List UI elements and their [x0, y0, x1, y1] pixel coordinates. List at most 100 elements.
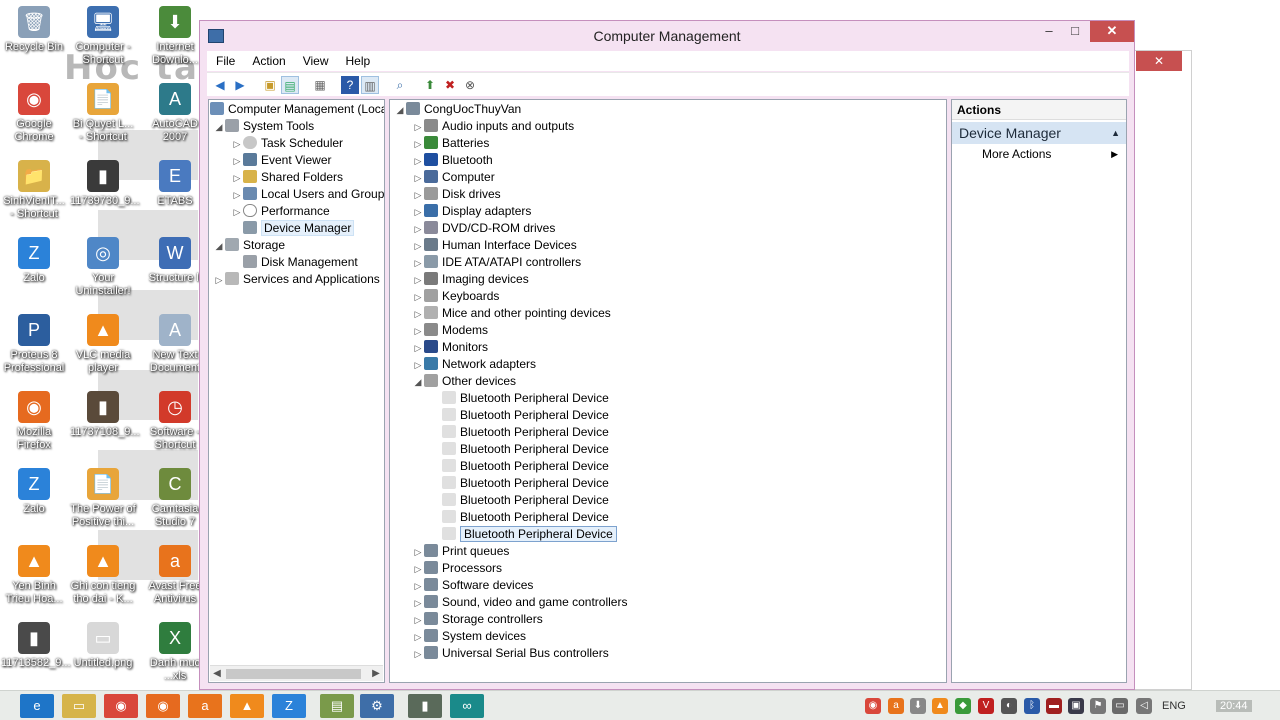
desktop-icon[interactable]: 📁 SinhVienIT... - Shortcut — [1, 160, 67, 221]
tray-nvidia-icon[interactable]: ◆ — [955, 698, 971, 714]
maximize-button[interactable]: □ — [1062, 21, 1088, 42]
desktop-icon[interactable]: 📄 The Power of Positive thi... — [70, 468, 136, 529]
desktop-icon[interactable]: ◉ Mozilla Firefox — [1, 391, 67, 452]
expand-arrow-icon[interactable]: ▷ — [412, 221, 424, 238]
device-category[interactable]: ▷ DVD/CD-ROM drives — [412, 220, 555, 237]
tree-event-viewer[interactable]: ▷ Event Viewer — [231, 152, 331, 169]
expand-arrow-icon[interactable]: ▷ — [412, 629, 424, 646]
more-actions[interactable]: More Actions ▶ — [952, 144, 1126, 164]
tree-services-apps[interactable]: ▷ Services and Applications — [213, 271, 380, 288]
tree-storage[interactable]: ◢ Storage — [213, 237, 285, 254]
desktop-icon[interactable]: 📄 Bi Quyet L... - Shortcut — [70, 83, 136, 144]
tray-battery-icon[interactable]: ▭ — [1112, 698, 1128, 714]
expand-arrow-icon[interactable]: ▷ — [412, 170, 424, 187]
title-bar[interactable]: Computer Management – □ ✕ — [200, 21, 1134, 51]
expand-arrow-icon[interactable]: ▷ — [412, 561, 424, 578]
tray-app-icon[interactable]: ▬ — [1046, 698, 1062, 714]
uninstall-device-icon[interactable]: ✖ — [441, 76, 459, 94]
expand-arrow-icon[interactable]: ▷ — [412, 612, 424, 629]
device-category[interactable]: ▷ Storage controllers — [412, 611, 543, 628]
unknown-device[interactable]: Bluetooth Peripheral Device — [442, 492, 609, 509]
desktop-icon[interactable]: ▮ 11713582_9... — [1, 622, 71, 670]
expand-arrow-icon[interactable]: ▷ — [412, 340, 424, 357]
collapse-arrow-icon[interactable]: ◢ — [412, 374, 424, 391]
close-icon[interactable]: ✕ — [1136, 51, 1182, 71]
tree-performance[interactable]: ▷ Performance — [231, 203, 330, 220]
arduino-icon[interactable]: ∞ — [450, 694, 484, 718]
expand-arrow-icon[interactable]: ▷ — [412, 272, 424, 289]
expand-arrow-icon[interactable]: ▷ — [412, 578, 424, 595]
tree-task-scheduler[interactable]: ▷ Task Scheduler — [231, 135, 343, 152]
device-category[interactable]: ▷ Sound, video and game controllers — [412, 594, 627, 611]
tray-network-icon[interactable]: ▣ — [1068, 698, 1084, 714]
avast-icon[interactable]: a — [188, 694, 222, 718]
desktop-icon[interactable]: ▲ Ghi con tieng tho dai - K... — [70, 545, 136, 606]
expand-arrow-icon[interactable]: ▷ — [412, 289, 424, 306]
tray-flag-icon[interactable]: ⚑ — [1090, 698, 1106, 714]
device-category[interactable]: ▷ IDE ATA/ATAPI controllers — [412, 254, 581, 271]
unknown-device[interactable]: Bluetooth Peripheral Device — [442, 458, 609, 475]
device-category[interactable]: ▷ Monitors — [412, 339, 488, 356]
vlc-icon[interactable]: ▲ — [230, 694, 264, 718]
tree-shared-folders[interactable]: ▷ Shared Folders — [231, 169, 343, 186]
unknown-device[interactable]: Bluetooth Peripheral Device — [442, 390, 609, 407]
tree-local-users[interactable]: ▷ Local Users and Groups — [231, 186, 384, 203]
expand-arrow-icon[interactable]: ▷ — [412, 306, 424, 323]
file-explorer-icon[interactable]: ▭ — [62, 694, 96, 718]
device-category[interactable]: ▷ Processors — [412, 560, 502, 577]
device-category[interactable]: ▷ Universal Serial Bus controllers — [412, 645, 609, 662]
collapse-up-icon[interactable]: ▲ — [1111, 122, 1120, 144]
device-category[interactable]: ▷ Human Interface Devices — [412, 237, 577, 254]
device-category[interactable]: ▷ Modems — [412, 322, 488, 339]
device-category[interactable]: ◢ Other devices — [412, 373, 516, 390]
wordpad-icon[interactable]: ▮ — [408, 694, 442, 718]
desktop-icon[interactable]: ◎ Your Uninstaller! — [70, 237, 136, 298]
desktop-icon[interactable]: Z Zalo — [1, 237, 67, 285]
expand-arrow-icon[interactable]: ▷ — [213, 272, 225, 289]
device-category[interactable]: ▷ Keyboards — [412, 288, 499, 305]
unknown-device[interactable]: Bluetooth Peripheral Device — [442, 509, 609, 526]
tray-audio-icon[interactable]: ◐ — [1001, 698, 1017, 714]
unknown-device[interactable]: Bluetooth Peripheral Device — [442, 475, 609, 492]
expand-arrow-icon[interactable]: ▷ — [231, 204, 243, 221]
show-action-pane-icon[interactable]: ▥ — [361, 76, 379, 94]
expand-arrow-icon[interactable]: ▷ — [412, 136, 424, 153]
unknown-device[interactable]: Bluetooth Peripheral Device — [442, 407, 609, 424]
expand-arrow-icon[interactable]: ▷ — [412, 153, 424, 170]
help-icon[interactable]: ? — [341, 76, 359, 94]
device-category[interactable]: ▷ Batteries — [412, 135, 489, 152]
computer-management-icon[interactable]: ⚙ — [360, 694, 394, 718]
forward-arrow-icon[interactable]: ▶ — [231, 76, 249, 94]
desktop-icon[interactable]: ◉ Google Chrome — [1, 83, 67, 144]
expand-arrow-icon[interactable]: ▷ — [412, 646, 424, 663]
update-driver-icon[interactable]: ⬆ — [421, 76, 439, 94]
device-category[interactable]: ▷ Bluetooth — [412, 152, 493, 169]
device-category[interactable]: ▷ Audio inputs and outputs — [412, 118, 574, 135]
desktop-icon[interactable]: P Proteus 8 Professional — [1, 314, 67, 375]
scan-hardware-icon[interactable]: ⌕ — [391, 76, 409, 94]
properties-icon[interactable]: ▦ — [311, 76, 329, 94]
tray-chrome-icon[interactable]: ◉ — [865, 698, 881, 714]
up-folder-icon[interactable]: ▣ — [261, 76, 279, 94]
back-arrow-icon[interactable]: ◀ — [211, 76, 229, 94]
notepad-icon[interactable]: ▤ — [320, 694, 354, 718]
minimize-button[interactable]: – — [1036, 21, 1062, 42]
tray-avast-icon[interactable]: a — [888, 698, 904, 714]
collapse-arrow-icon[interactable]: ◢ — [394, 102, 406, 119]
collapse-arrow-icon[interactable]: ◢ — [213, 119, 225, 136]
menu-file[interactable]: File — [207, 51, 243, 68]
device-category[interactable]: ▷ Display adapters — [412, 203, 531, 220]
device-category[interactable]: ▷ Software devices — [412, 577, 533, 594]
desktop-icon[interactable]: ▭ Untitled.png — [70, 622, 136, 670]
tray-download-icon[interactable]: ⬇ — [910, 698, 926, 714]
expand-arrow-icon[interactable]: ▷ — [412, 595, 424, 612]
clock[interactable]: 20:44 — [1216, 700, 1252, 712]
device-category[interactable]: ▷ System devices — [412, 628, 526, 645]
device-category[interactable]: ▷ Imaging devices — [412, 271, 529, 288]
tree-disk-management[interactable]: Disk Management — [243, 254, 358, 271]
device-category[interactable]: ▷ Disk drives — [412, 186, 501, 203]
tree-system-tools[interactable]: ◢ System Tools — [213, 118, 314, 135]
expand-arrow-icon[interactable]: ▷ — [412, 323, 424, 340]
show-hide-console-tree-icon[interactable]: ▤ — [281, 76, 299, 94]
disable-device-icon[interactable]: ⊗ — [461, 76, 479, 94]
